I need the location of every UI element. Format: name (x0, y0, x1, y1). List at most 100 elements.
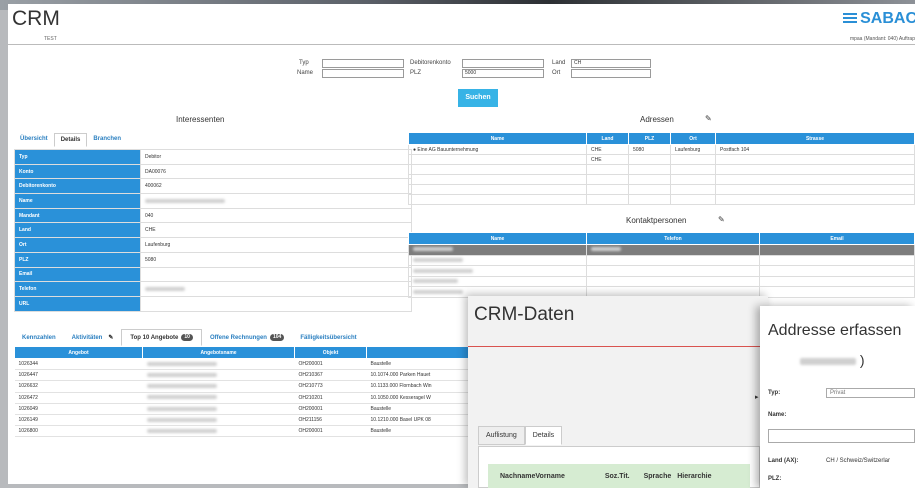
table-row[interactable]: ● Eine AG Bauunternehmung CHE 5080 Laufenbu… (408, 144, 915, 155)
addr-land-value[interactable]: CH / Schweiz/Switzerlar (826, 458, 890, 464)
table-row[interactable] (408, 254, 915, 267)
col-plz: PLZ (628, 132, 671, 145)
objekt-desc-cell: Baustelle (366, 358, 474, 371)
detail-value: DA00076 (140, 163, 412, 180)
detail-row: Name (14, 193, 412, 209)
offene-badge: 104 (269, 334, 285, 341)
detail-value (140, 193, 412, 209)
table-cell (586, 254, 760, 267)
table-cell (586, 184, 629, 195)
table-row[interactable] (408, 265, 915, 277)
table-cell (715, 184, 915, 195)
addr-panel-name-suffix: ) (859, 352, 865, 368)
table-row[interactable]: 1026800 OH200001 Baustelle (14, 425, 474, 438)
table-row[interactable]: 1026632 OH210773 10.1133.000 Flornbach Win (14, 380, 474, 393)
table-row[interactable] (408, 275, 915, 288)
objekt-cell: OH200001 (294, 358, 367, 371)
addr-name-label: Name: (768, 412, 787, 418)
col-angebotsname: Angebotsname (142, 346, 295, 359)
detail-key: Typ (14, 149, 141, 165)
table-cell (715, 154, 915, 165)
col-extra (366, 346, 474, 359)
detail-row: Mandant 040 (14, 207, 412, 224)
brand-subtitle: mpaa (Mandant: 040) Auftrap (849, 36, 915, 42)
tab-aktivitaeten[interactable]: Aktivitäten ✎ (64, 330, 122, 345)
crm-daten-panel: CRM-Daten ▸ Auflistung Details Nachname … (468, 296, 768, 488)
arrow-right-icon[interactable]: ▸ (755, 393, 759, 401)
detail-value: 400062 (140, 178, 412, 195)
table-row[interactable] (408, 164, 915, 175)
blurred-text (413, 268, 473, 273)
angebotsname-cell (142, 425, 295, 438)
detail-value: Laufenburg (140, 237, 412, 253)
angebotsname-cell (142, 380, 295, 393)
table-row[interactable]: 1026447 OH210367 10.1074.000 Parken Hauet (14, 369, 474, 382)
ort-input[interactable] (571, 69, 651, 78)
addr-typ-select[interactable]: Privat (826, 388, 915, 398)
tab-kennzahlen[interactable]: Kennzahlen (14, 331, 64, 345)
table-row[interactable] (408, 174, 915, 185)
tab-faelligkeit[interactable]: Fälligkeitsübersicht (292, 331, 364, 345)
brand-logo: SABAC (843, 10, 915, 28)
table-row[interactable]: 1026149 OH211156 10.1210.000 Basel UPK 08 (14, 414, 474, 427)
blurred-text (146, 417, 217, 422)
col-sprache: Sprache (643, 472, 672, 480)
table-cell (408, 244, 587, 256)
tab-offene-rechnungen[interactable]: Offene Rechnungen 104 (202, 330, 292, 345)
detail-value (140, 295, 412, 312)
addr-name-input[interactable] (768, 429, 915, 443)
typ-input[interactable] (322, 59, 404, 68)
table-row[interactable] (408, 244, 915, 256)
table-cell (759, 265, 915, 277)
table-row[interactable]: 1026472 OH210201 10.1050.000 Kesseragel W (14, 392, 474, 404)
tab-branchen[interactable]: Branchen (87, 133, 127, 147)
detail-row: Konto DA00076 (14, 163, 412, 180)
brand-name: SABAC (860, 10, 915, 27)
col-objekt: Objekt (294, 346, 367, 359)
table-cell: ● Eine AG Bauunternehmung (408, 144, 587, 155)
typ-label: Typ (299, 60, 309, 66)
table-cell (408, 275, 587, 288)
tab-aktivitaeten-label: Aktivitäten (71, 334, 103, 341)
tab-top10-angebote[interactable]: Top 10 Angebote 10 (121, 329, 202, 346)
tab-details[interactable]: Details (53, 133, 88, 147)
tab-faelligkeit-label: Fälligkeitsübersicht (300, 334, 357, 341)
edit-aktivitaeten-icon[interactable]: ✎ (108, 334, 113, 341)
tab-crm-details[interactable]: Details (524, 426, 563, 445)
name-input[interactable] (322, 69, 404, 78)
table-row[interactable] (408, 184, 915, 195)
edit-kontakt-icon[interactable]: ✎ (718, 215, 725, 224)
addr-panel-name: ) (800, 352, 865, 368)
table-cell (759, 286, 915, 298)
tab-auflistung[interactable]: Auflistung (478, 426, 525, 445)
search-button[interactable]: Suchen (458, 89, 498, 107)
debitor-label: Debitorenkonto (410, 60, 451, 66)
table-cell (628, 194, 671, 205)
table-cell: CHE (586, 144, 629, 155)
col-hierarchie: Hierarchie (677, 472, 712, 480)
detail-key: Name (14, 193, 141, 209)
col-kontakt-email: Email (759, 232, 915, 245)
edit-adressen-icon[interactable]: ✎ (705, 114, 712, 123)
table-cell (628, 174, 671, 185)
table-row[interactable] (408, 194, 915, 205)
crm-panel-title: CRM-Daten (474, 304, 575, 325)
table-cell (408, 254, 587, 267)
plz-input[interactable]: 5000 (462, 69, 544, 78)
angebot-cell: 1026149 (14, 414, 143, 427)
table-row[interactable]: 1026049 OH200001 Baustelle (14, 403, 474, 415)
objekt-desc-cell: Baustelle (366, 403, 474, 415)
land-input[interactable]: CH (571, 59, 651, 68)
table-row[interactable]: CHE (408, 154, 915, 165)
tab-uebersicht[interactable]: Übersicht (14, 133, 54, 147)
detail-row: Email (14, 266, 412, 283)
table-cell (586, 194, 629, 205)
angebot-cell: 1026344 (14, 358, 143, 371)
objekt-cell: OH210201 (294, 392, 367, 404)
table-row[interactable]: 1026344 OH200001 Baustelle (14, 358, 474, 371)
adressen-table: Name Land PLZ Ort Strasse ● Eine AG Bauu… (408, 132, 915, 205)
table-cell (628, 184, 671, 195)
objekt-desc-cell: 10.1074.000 Parken Hauet (366, 369, 474, 382)
plz-label: PLZ (410, 70, 422, 76)
debitor-input[interactable] (462, 59, 544, 68)
